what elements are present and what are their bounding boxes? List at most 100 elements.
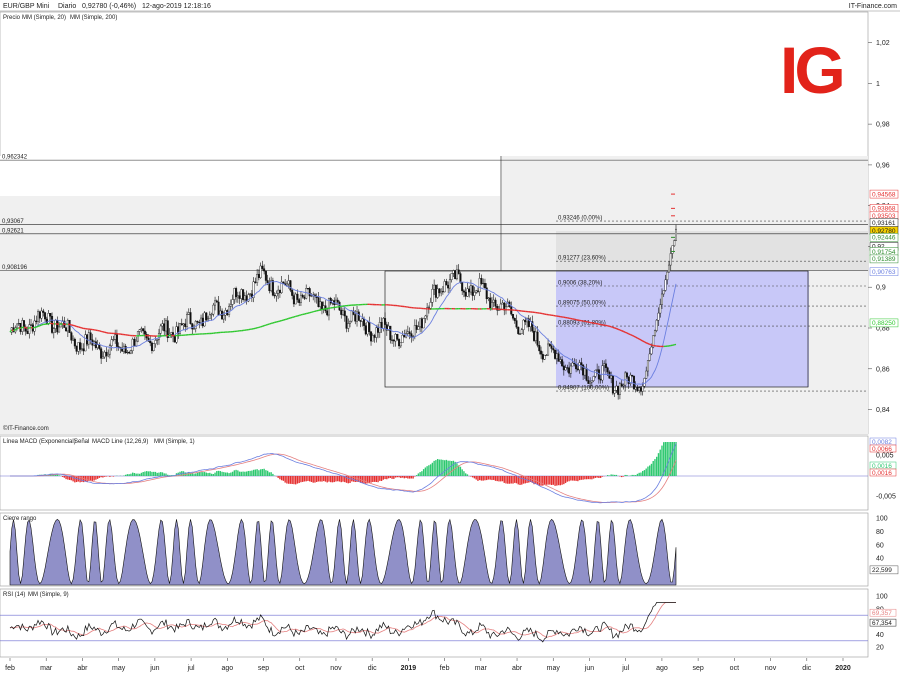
candle-body: [469, 285, 472, 293]
candle-body: [221, 310, 224, 320]
candle-body: [103, 351, 106, 358]
instrument-name: EUR/GBP Mini: [3, 3, 50, 10]
price-tag-label: 0,92446: [872, 235, 896, 242]
candle-body: [249, 293, 252, 295]
candle-body: [667, 264, 670, 273]
candle-body: [257, 274, 260, 278]
candle-body: [669, 253, 672, 266]
candle-body: [150, 342, 153, 351]
candle-body: [114, 334, 117, 340]
candle-body: [620, 383, 623, 387]
candle-body: [431, 288, 434, 303]
svg-text:IG: IG: [780, 33, 842, 107]
candle-body: [152, 343, 155, 351]
range-legend: Cierre rango: [1, 514, 41, 522]
candle-body: [370, 331, 373, 342]
candle-body: [448, 279, 451, 289]
x-tick-label: feb: [5, 665, 15, 672]
candle-body: [406, 331, 409, 334]
candle-body: [391, 339, 394, 341]
candle-body: [89, 332, 92, 341]
candle-body: [601, 365, 604, 381]
candle-body: [452, 270, 455, 274]
price-legend: Precio MM (Simple, 20) MM (Simple, 200): [1, 13, 141, 21]
candle-body: [231, 299, 234, 305]
datetime: 12-ago-2019 12:18:16: [142, 3, 211, 10]
candle-body: [37, 311, 40, 322]
candle-body: [52, 328, 55, 333]
candle-body: [208, 314, 211, 319]
candle-body: [96, 344, 99, 348]
x-tick-label: may: [112, 665, 126, 672]
candle-body: [254, 281, 257, 283]
ma200-segment: [621, 330, 624, 333]
x-tick-label: mar: [40, 665, 53, 672]
macd-tag-label: 0,0066: [872, 446, 892, 453]
ma200-segment: [283, 318, 286, 321]
candle-body: [368, 321, 371, 333]
x-tick-label: feb: [440, 665, 450, 672]
candle-body: [632, 375, 635, 390]
macd-legend: Línea MACD (Exponencial) Señal MACD Line…: [1, 437, 195, 445]
candle-body: [585, 368, 588, 381]
candle-body: [660, 293, 663, 305]
candle-body: [554, 349, 557, 359]
chart-canvas[interactable]: EUR/GBP Mini Diario 0,92780 (-0,46%) 12-…: [0, 0, 900, 675]
candle-body: [345, 315, 348, 329]
candle-body: [35, 320, 38, 322]
candle-body: [536, 331, 539, 346]
candle-body: [256, 274, 259, 283]
ma200-segment: [18, 327, 21, 330]
ma200-segment: [298, 314, 302, 317]
candle-body: [110, 339, 113, 346]
x-tick-label: mar: [475, 665, 488, 672]
candle-body: [561, 359, 564, 367]
price-tag-label: 0,93161: [872, 220, 896, 227]
candle-body: [28, 324, 31, 334]
copyright: ©IT-Finance.com: [3, 425, 49, 432]
ma200-segment: [267, 323, 270, 326]
ma200-segment: [628, 333, 631, 336]
candle-body: [233, 288, 236, 300]
legend-mm1: MM (Simple, 1): [154, 439, 195, 445]
x-tick-label: nov: [330, 665, 342, 672]
candle-body: [534, 331, 537, 341]
x-tick-label: dic: [368, 665, 377, 672]
candle-body: [648, 353, 651, 361]
fib-level-label: 0,84907 (100,00%): [558, 386, 609, 392]
candle-body: [552, 348, 555, 351]
candle-body: [347, 323, 350, 329]
candle-body: [422, 318, 425, 329]
candle-body: [398, 339, 401, 347]
candle-body: [305, 288, 308, 299]
candle-body: [471, 285, 474, 296]
candle-body: [490, 302, 493, 310]
source-site[interactable]: IT-Finance.com: [849, 3, 897, 10]
candle-body: [384, 318, 387, 325]
candle-body: [164, 320, 167, 332]
candle-body: [480, 278, 483, 284]
candle-body: [440, 291, 443, 294]
candle-body: [445, 281, 448, 286]
ma200-segment: [72, 324, 76, 327]
price-tick-label: 0,84: [876, 407, 890, 414]
candle-body: [589, 381, 592, 384]
candle-body: [298, 299, 301, 303]
candle-body: [291, 289, 294, 296]
price-tick-label: 0,96: [876, 162, 890, 169]
candle-body: [128, 352, 131, 354]
candle-body: [662, 290, 665, 295]
candle-body: [180, 323, 183, 326]
candle-body: [156, 339, 159, 341]
candle-body: [545, 354, 548, 356]
candle-body: [519, 333, 522, 335]
candle-body: [163, 323, 166, 332]
macd-tick-label: 0,005: [876, 453, 894, 460]
ma200-segment: [260, 325, 263, 328]
x-tick-label: oct: [730, 665, 739, 672]
candle-body: [38, 311, 41, 319]
candle-body: [75, 345, 78, 352]
candle-body: [538, 345, 541, 352]
candle-body: [462, 290, 465, 293]
x-tick-label: 2020: [835, 665, 851, 672]
